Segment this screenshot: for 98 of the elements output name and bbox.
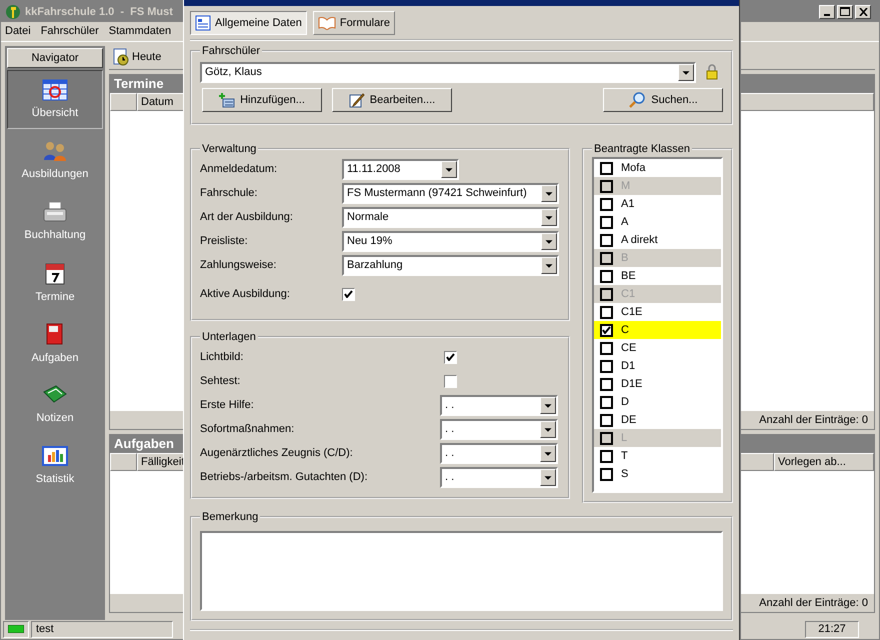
tab[interactable]: Allgemeine Daten xyxy=(190,11,307,35)
field-label: Sehtest: xyxy=(200,375,242,387)
app-logo-icon xyxy=(5,4,21,20)
today-button[interactable]: Heute xyxy=(111,48,164,66)
caret-icon xyxy=(678,64,694,80)
date-field[interactable]: 11.11.2008 xyxy=(342,158,459,180)
checkbox[interactable] xyxy=(600,216,613,228)
group-title: Unterlagen xyxy=(201,331,257,343)
entry-count: Anzahl der Einträge: 0 xyxy=(759,596,868,609)
field-label: Fahrschule: xyxy=(200,187,258,199)
class-list-item[interactable]: C xyxy=(594,321,721,339)
checkbox[interactable] xyxy=(600,414,613,426)
caret-icon xyxy=(441,160,457,178)
status-time: 21:27 xyxy=(805,620,859,638)
edit-button[interactable]: Bearbeiten.... xyxy=(332,88,452,112)
close-button[interactable] xyxy=(855,4,871,19)
dropdown[interactable]: FS Mustermann (97421 Schweinfurt) xyxy=(342,182,559,204)
column-header[interactable]: Vorlegen ab... xyxy=(774,452,874,471)
date-field[interactable]: . . xyxy=(440,394,558,416)
search-button[interactable]: Suchen... xyxy=(603,88,723,112)
entry-count: Anzahl der Einträge: 0 xyxy=(759,414,868,426)
group-title: Verwaltung xyxy=(201,143,258,155)
close-icon xyxy=(858,8,868,16)
field-label: Aktive Ausbildung: xyxy=(200,288,291,300)
people-icon xyxy=(42,140,68,162)
checkbox[interactable] xyxy=(600,450,613,462)
led-icon xyxy=(8,625,24,634)
field-label: Preisliste: xyxy=(200,235,249,247)
checkbox[interactable] xyxy=(600,324,613,336)
status-text: test xyxy=(31,620,173,638)
checkbox[interactable] xyxy=(600,396,613,408)
field-label: Betriebs-/arbeitsm. Gutachten (D): xyxy=(200,471,369,483)
field-label: Sofortmaßnahmen: xyxy=(200,423,296,435)
date-field[interactable]: . . xyxy=(440,466,558,488)
menu-item[interactable]: Stammdaten xyxy=(108,25,172,38)
menu-item[interactable]: Fahrschüler xyxy=(40,25,99,38)
navigator-item[interactable]: Termine xyxy=(7,252,103,312)
window-title: kkFahrschule 1.0 - FS Must xyxy=(25,6,173,18)
checkbox[interactable] xyxy=(600,234,613,246)
checkbox[interactable] xyxy=(600,162,613,174)
group-title: Fahrschüler xyxy=(201,45,262,57)
minimize-icon xyxy=(824,14,830,16)
checkbox[interactable] xyxy=(600,198,613,210)
calendar-clock-icon xyxy=(113,48,129,66)
navigator-item[interactable]: Buchhaltung xyxy=(7,192,103,251)
field-label: Anmeldedatum: xyxy=(200,163,278,175)
search-icon xyxy=(628,91,646,109)
maximize-button[interactable] xyxy=(837,4,853,19)
checkbox[interactable] xyxy=(600,378,613,390)
field-label: Lichtbild: xyxy=(200,351,244,363)
book-icon xyxy=(318,16,336,30)
caret-icon xyxy=(540,444,556,462)
menu-item[interactable]: Datei xyxy=(5,25,31,38)
register-icon xyxy=(42,201,68,224)
navigator-item[interactable]: Notizen xyxy=(7,374,103,434)
chart-icon xyxy=(42,445,68,468)
student-dropdown[interactable]: Götz, Klaus xyxy=(200,62,696,82)
checkbox[interactable] xyxy=(600,306,613,318)
maximize-icon xyxy=(840,7,850,16)
edit-icon xyxy=(348,92,365,108)
checkbox[interactable] xyxy=(600,270,613,282)
field-label: Erste Hilfe: xyxy=(200,399,255,411)
caret-icon xyxy=(541,232,557,250)
date-field[interactable]: . . xyxy=(440,442,558,464)
navigator-item[interactable]: Übersicht xyxy=(7,70,103,129)
add-list-icon xyxy=(219,92,236,108)
dropdown[interactable]: Barzahlung xyxy=(342,254,559,276)
tab[interactable]: Formulare xyxy=(312,11,395,35)
caret-icon xyxy=(541,256,557,274)
checkbox[interactable] xyxy=(444,374,457,388)
navigator-item[interactable]: Statistik xyxy=(7,436,103,495)
minimize-button[interactable] xyxy=(819,4,835,19)
navigator-item[interactable]: Ausbildungen xyxy=(7,130,103,190)
lock-icon xyxy=(706,64,718,80)
checkbox[interactable] xyxy=(444,350,457,364)
caret-icon xyxy=(540,396,556,414)
dropdown[interactable]: Normale xyxy=(342,206,559,228)
group-title: Beantragte Klassen xyxy=(593,143,692,155)
add-button[interactable]: Hinzufügen... xyxy=(202,88,322,112)
field-label: Zahlungsweise: xyxy=(200,259,278,271)
date-field[interactable]: . . xyxy=(440,418,558,440)
group-title: Bemerkung xyxy=(201,511,260,523)
checkbox[interactable] xyxy=(342,288,355,300)
calendar-icon xyxy=(44,261,66,286)
caret-icon xyxy=(540,420,556,438)
checkbox[interactable] xyxy=(600,360,613,372)
remarks-field[interactable] xyxy=(200,531,723,611)
field-label: Art der Ausbildung: xyxy=(200,211,294,223)
form-icon xyxy=(195,15,211,31)
checkbox[interactable] xyxy=(600,342,613,354)
table-icon xyxy=(42,79,68,102)
dropdown[interactable]: Neu 19% xyxy=(342,230,559,252)
checkbox[interactable] xyxy=(600,468,613,480)
caret-icon xyxy=(541,184,557,202)
caret-icon xyxy=(541,208,557,226)
caret-icon xyxy=(540,468,556,486)
navigator-item[interactable]: Aufgaben xyxy=(7,314,103,373)
navigator-title: Navigator xyxy=(7,48,103,68)
